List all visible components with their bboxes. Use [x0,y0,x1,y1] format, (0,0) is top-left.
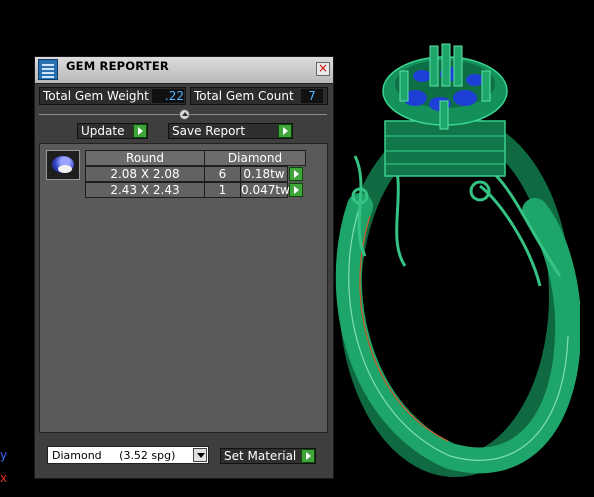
round-gem-icon[interactable] [46,150,80,180]
axis-y-label: y [0,448,8,462]
gem-row-count[interactable]: 1 [204,182,241,198]
update-button[interactable]: Update [77,123,148,139]
material-header: Diamond [204,150,306,166]
material-select-value: Diamond (3.52 spg) [52,449,176,462]
total-gem-count-field: Total Gem Count 7 [190,87,328,105]
set-material-play-icon[interactable] [301,449,315,463]
title-bar[interactable]: GEM REPORTER × [35,57,333,84]
axis-x-label: x [0,471,8,485]
gem-row-play-icon[interactable] [289,167,303,181]
total-gem-weight-label: Total Gem Weight [43,89,149,103]
gem-reporter-panel: GEM REPORTER × Total Gem Weight .22 Tota… [34,56,334,479]
chevron-down-icon[interactable] [193,448,207,462]
material-bar: Diamond (3.52 spg) Set Material [39,443,328,471]
gem-row-weight[interactable]: 0.18tw [240,166,288,182]
gem-row-play-icon[interactable] [289,183,303,197]
material-select[interactable]: Diamond (3.52 spg) [47,446,209,464]
save-report-button-label: Save Report [172,124,246,138]
save-report-play-icon[interactable] [278,124,292,138]
total-gem-weight-field: Total Gem Weight .22 [39,87,186,105]
update-play-icon[interactable] [133,124,147,138]
gem-row-count[interactable]: 6 [204,166,241,182]
gem-row-weight[interactable]: 0.047tw [240,182,290,198]
window-title: GEM REPORTER [66,59,169,73]
total-gem-count-value: 7 [301,89,323,103]
total-gem-count-label: Total Gem Count [194,89,294,103]
ring-model[interactable] [330,36,580,486]
save-report-button[interactable]: Save Report [168,123,293,139]
set-material-button-label: Set Material [224,449,297,463]
gem-row-size[interactable]: 2.08 X 2.08 [85,166,205,182]
total-gem-weight-value: .22 [152,89,184,103]
shape-header: Round [85,150,205,166]
collapse-toggle-icon[interactable] [179,109,190,120]
gem-list[interactable]: Round Diamond 2.08 X 2.08 6 0.18tw 2.43 … [39,143,328,433]
set-material-button[interactable]: Set Material [220,448,316,464]
gem-row-size[interactable]: 2.43 X 2.43 [85,182,205,198]
update-button-label: Update [81,124,125,138]
gem-reporter-app-icon [38,59,58,80]
close-icon[interactable]: × [316,62,330,76]
